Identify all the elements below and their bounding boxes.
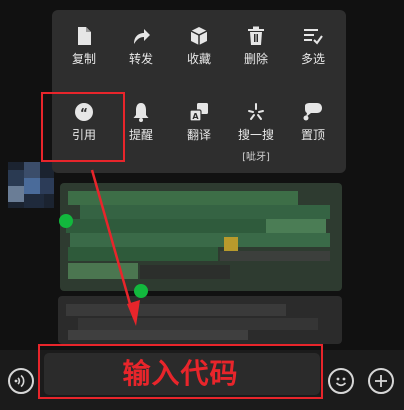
voice-icon[interactable] <box>8 368 34 394</box>
annotation-label: 输入代码 <box>122 356 239 390</box>
emoji-icon[interactable] <box>328 368 354 394</box>
add-icon[interactable] <box>368 368 394 394</box>
